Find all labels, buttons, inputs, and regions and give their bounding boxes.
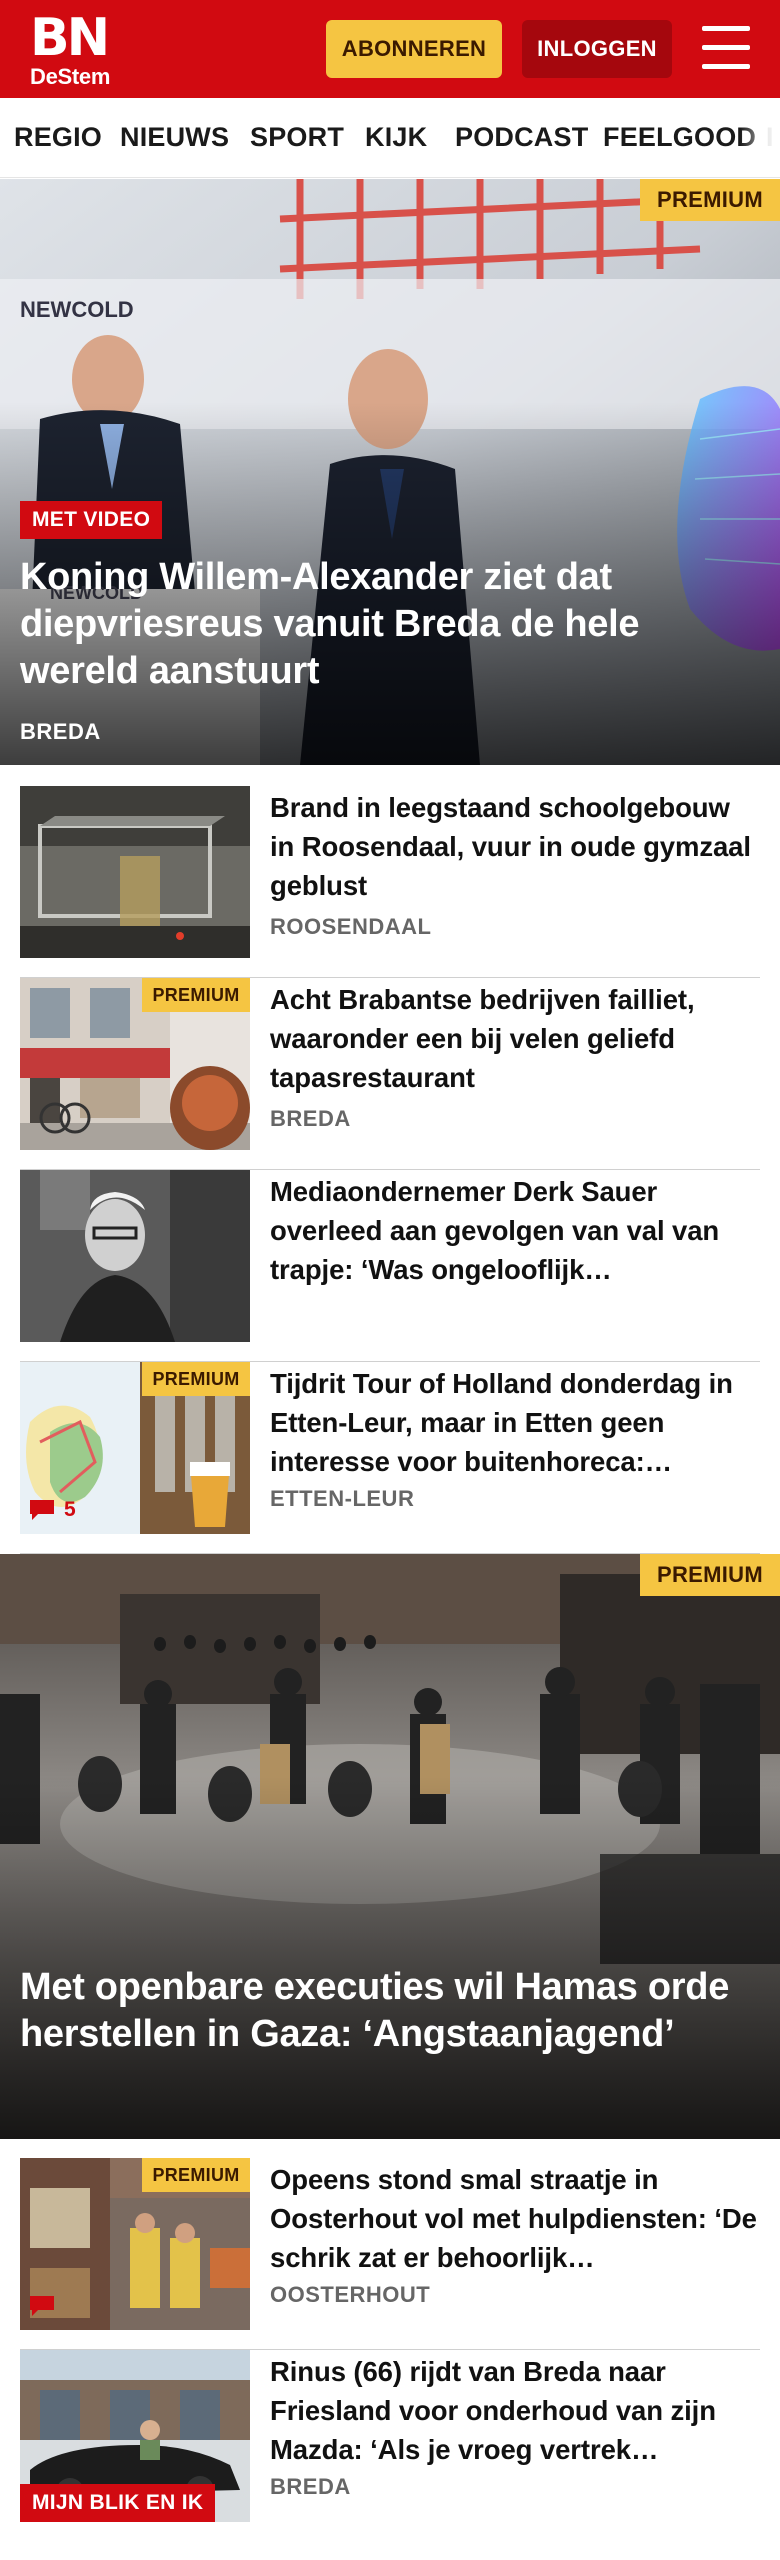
site-header: BN DeStem ABONNEREN INLOGGEN	[0, 0, 780, 98]
video-tag: MET VIDEO	[20, 501, 163, 539]
article-location: OOSTERHOUT	[270, 2282, 431, 2307]
hero-title[interactable]: Met openbare executies wil Hamas orde he…	[20, 1964, 740, 2058]
premium-badge: PREMIUM	[640, 179, 780, 221]
subscribe-button[interactable]: ABONNEREN	[326, 20, 502, 78]
comment-icon	[30, 1500, 54, 1520]
article-title[interactable]: Opeens stond smal straatje in Oosterhout…	[270, 2160, 760, 2277]
article-location: BREDA	[270, 1106, 351, 1131]
list-item[interactable]: PREMIUM Opeens stond smal straatje in Oo…	[20, 2158, 760, 2350]
comment-count[interactable]	[28, 2290, 56, 2322]
premium-badge: PREMIUM	[142, 1362, 250, 1396]
section-tag: MIJN BLIK EN IK	[20, 2484, 216, 2522]
article-location: ETTEN-LEUR	[270, 1486, 415, 1511]
nav-item-regio[interactable]: REGIO	[14, 122, 102, 153]
nav-item-nieuws[interactable]: NIEUWS	[120, 122, 229, 153]
hero-article-koning[interactable]: NEWCOLD NEWCOLD PREMIUM MET VIDEO Koning…	[0, 179, 780, 765]
premium-badge: PREMIUM	[142, 978, 250, 1012]
nav-item-kijk[interactable]: KIJK	[365, 122, 427, 153]
nav-item-podcast[interactable]: PODCAST	[455, 122, 588, 153]
list-item[interactable]: Mediaondernemer Derk Sauer overleed aan …	[20, 1170, 760, 1362]
comment-count-value: 5	[64, 1498, 76, 1521]
article-thumbnail: MIJN BLIK EN IK	[20, 2350, 250, 2522]
nav-item-sport[interactable]: SPORT	[250, 122, 344, 153]
nav-fade	[740, 98, 780, 177]
article-title[interactable]: Mediaondernemer Derk Sauer overleed aan …	[270, 1172, 760, 1289]
nav-item-feelgood[interactable]: FEELGOOD	[603, 122, 756, 153]
article-thumbnail: PREMIUM	[20, 978, 250, 1150]
premium-badge: PREMIUM	[640, 1554, 780, 1596]
premium-badge: PREMIUM	[142, 2158, 250, 2192]
comment-icon	[30, 2296, 54, 2316]
list-item[interactable]: MIJN BLIK EN IK Rinus (66) rijdt van Bre…	[20, 2350, 760, 2542]
hero-location: BREDA	[20, 719, 101, 744]
hero-title[interactable]: Koning Willem-Alexander ziet dat diepvri…	[20, 554, 740, 695]
comment-count[interactable]: 5	[28, 1494, 76, 1526]
login-button[interactable]: INLOGGEN	[522, 20, 672, 78]
logo-destem: DeStem	[30, 64, 111, 89]
hero-article-hamas[interactable]: PREMIUM Met openbare executies wil Hamas…	[0, 1554, 780, 2139]
hamburger-menu-icon[interactable]	[700, 24, 752, 74]
hero-gradient	[0, 1776, 780, 2139]
article-location: BREDA	[270, 2474, 351, 2499]
article-thumbnail: PREMIUM 5	[20, 1362, 250, 1534]
article-title[interactable]: Brand in leegstaand schoolge­bouw in Roo…	[270, 788, 760, 905]
list-item[interactable]: PREMIUM Acht Brabantse bedrijven faillie…	[20, 978, 760, 1170]
list-item[interactable]: Brand in leegstaand schoolge­bouw in Roo…	[20, 786, 760, 978]
site-logo[interactable]: BN DeStem	[30, 12, 114, 88]
article-title[interactable]: Rinus (66) rijdt van Breda naar Frieslan…	[270, 2352, 760, 2469]
article-thumbnail	[20, 786, 250, 958]
article-title[interactable]: Acht Brabantse bedrijven failliet, waaro…	[270, 980, 760, 1097]
logo-bn: BN	[30, 8, 110, 68]
article-thumbnail: PREMIUM	[20, 2158, 250, 2330]
wall-logo-text: NEWCOLD	[20, 297, 134, 322]
article-location: ROOSENDAAL	[270, 914, 432, 939]
article-thumbnail	[20, 1170, 250, 1342]
article-title[interactable]: Tijdrit Tour of Holland donderdag in Ett…	[270, 1364, 760, 1481]
section-nav: REGIO NIEUWS SPORT KIJK PODCAST FEELGOOD…	[0, 98, 780, 178]
list-item[interactable]: PREMIUM 5 Tijdrit Tour of Holland donder…	[20, 1362, 760, 1554]
